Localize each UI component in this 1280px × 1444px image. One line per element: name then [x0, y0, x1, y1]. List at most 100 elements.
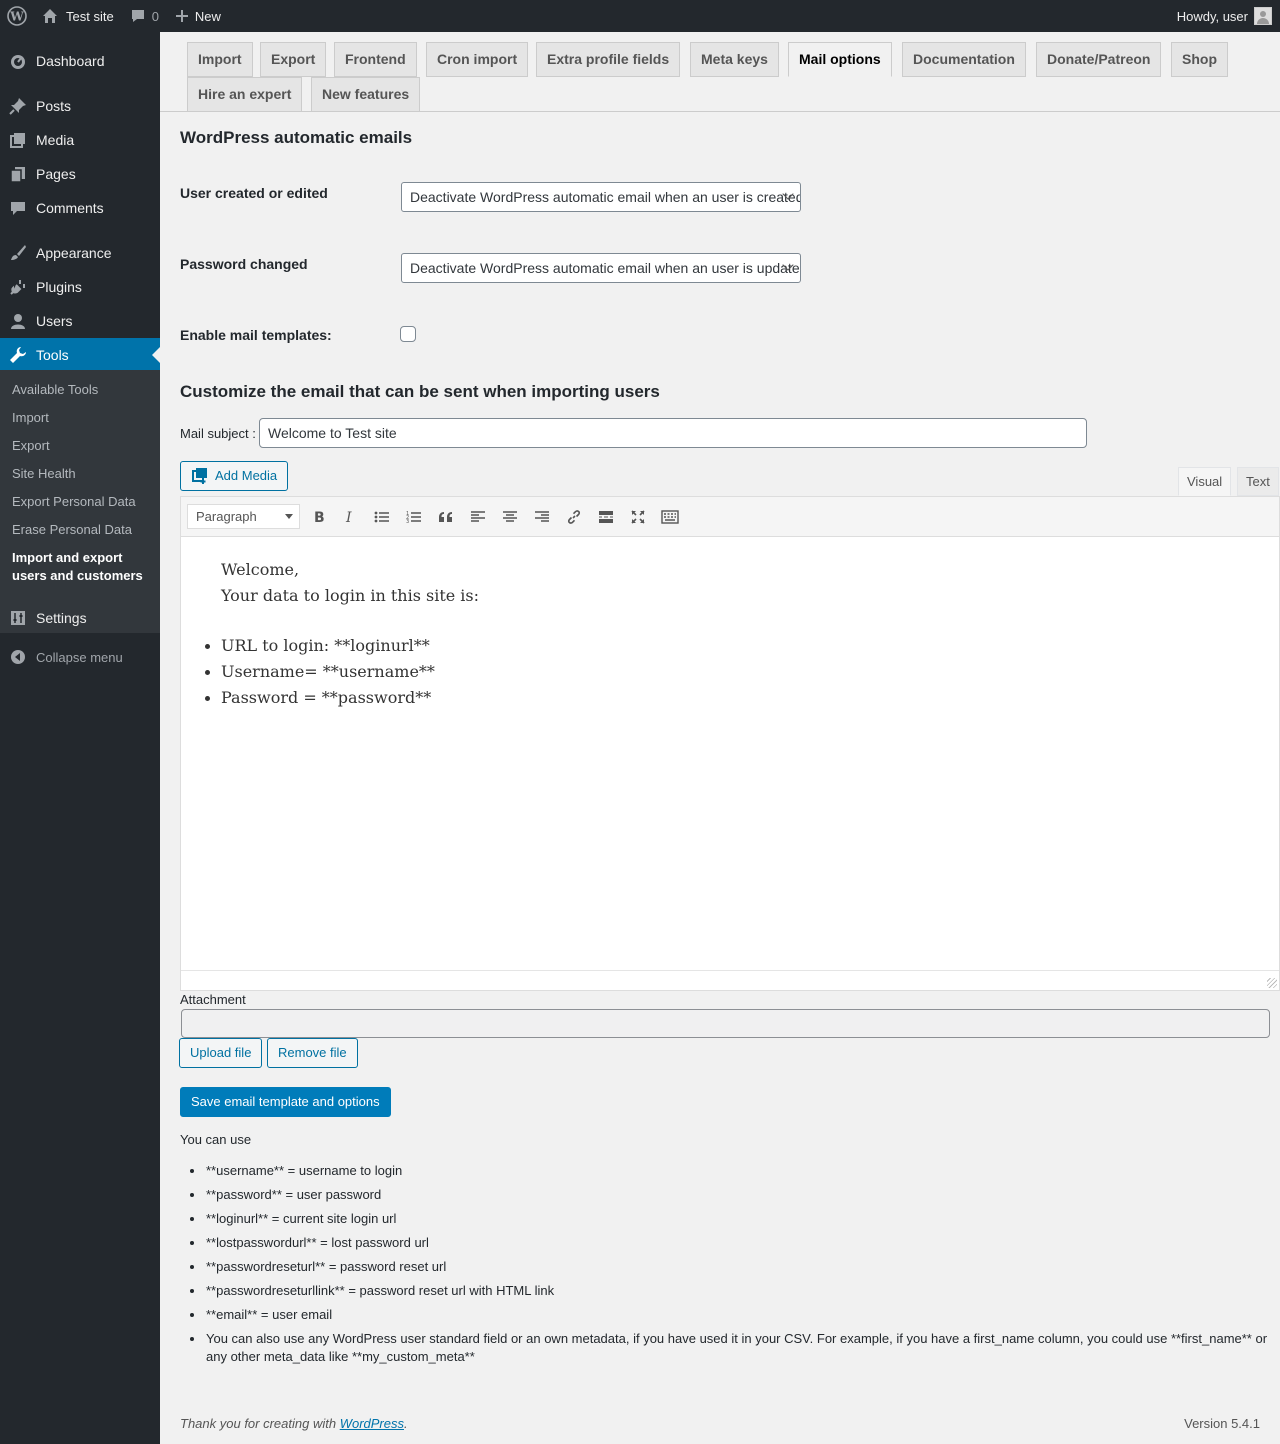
pin-icon [0, 97, 36, 115]
enable-templates-checkbox[interactable] [400, 326, 416, 342]
new-content-link[interactable]: New [167, 0, 229, 32]
link-icon[interactable] [561, 505, 587, 529]
list-item: Username= **username** [205, 662, 435, 681]
footer-thanks-suffix: . [404, 1416, 408, 1431]
tab-new-features[interactable]: New features [311, 77, 421, 112]
tab-visual[interactable]: Visual [1178, 467, 1232, 496]
sidebar-item-dashboard[interactable]: Dashboard [0, 44, 160, 78]
submenu-import[interactable]: Import [0, 404, 160, 432]
sidebar-item-users[interactable]: Users [0, 304, 160, 338]
automatic-emails-heading: WordPress automatic emails [180, 128, 413, 147]
submenu-import-export-users[interactable]: Import and export users and customers [0, 544, 160, 590]
tab-meta-keys[interactable]: Meta keys [690, 42, 779, 77]
dashboard-icon [0, 52, 36, 70]
email-editor: Paragraph B I 123 Welcome, Your data to … [180, 496, 1280, 991]
italic-icon[interactable]: I [337, 505, 363, 529]
tab-import[interactable]: Import [187, 42, 253, 77]
admin-sidebar: Dashboard Posts Media Pages Comments App… [0, 32, 160, 1444]
sidebar-item-appearance[interactable]: Appearance [0, 236, 160, 270]
list-item: **passwordreseturllink** = password rese… [190, 1282, 1280, 1300]
wordpress-logo-icon[interactable]: W [0, 0, 34, 32]
remove-file-button[interactable]: Remove file [267, 1038, 358, 1068]
comment-icon [131, 10, 144, 22]
tab-documentation[interactable]: Documentation [902, 42, 1026, 77]
comments-link[interactable]: 0 [122, 0, 167, 32]
user-created-select[interactable]: Deactivate WordPress automatic email whe… [401, 182, 801, 212]
sidebar-item-comments[interactable]: Comments [0, 191, 160, 225]
sidebar-item-label: Users [36, 313, 73, 329]
sidebar-item-label: Posts [36, 98, 72, 114]
align-right-icon[interactable] [529, 505, 555, 529]
footer-version: Version 5.4.1 [1184, 1416, 1260, 1431]
user-created-label: User created or edited [180, 185, 328, 201]
submenu-export[interactable]: Export [0, 432, 160, 460]
list-item: **email** = user email [190, 1306, 1280, 1324]
align-left-icon[interactable] [465, 505, 491, 529]
brush-icon [0, 244, 36, 262]
svg-text:3: 3 [406, 519, 409, 524]
resize-handle-icon[interactable] [1267, 978, 1277, 988]
sidebar-item-posts[interactable]: Posts [0, 89, 160, 123]
read-more-icon[interactable] [593, 505, 619, 529]
tab-shop[interactable]: Shop [1171, 42, 1228, 77]
collapse-label: Collapse menu [36, 649, 123, 665]
submenu-available-tools[interactable]: Available Tools [0, 376, 160, 404]
align-center-icon[interactable] [497, 505, 523, 529]
enable-templates-label: Enable mail templates: [180, 327, 332, 343]
tab-extra-profile-fields[interactable]: Extra profile fields [536, 42, 681, 77]
tab-text[interactable]: Text [1237, 467, 1279, 496]
sidebar-item-label: Dashboard [36, 53, 105, 69]
tab-hire-an-expert[interactable]: Hire an expert [187, 77, 303, 112]
editor-content[interactable]: Welcome, Your data to login in this site… [181, 538, 1279, 971]
media-icon [0, 131, 36, 149]
numbered-list-icon[interactable]: 123 [401, 505, 427, 529]
list-item: **password** = user password [190, 1186, 1280, 1204]
password-changed-select[interactable]: Deactivate WordPress automatic email whe… [401, 253, 801, 283]
site-name: Test site [66, 8, 114, 24]
tab-cron-import[interactable]: Cron import [426, 42, 529, 77]
fullscreen-icon[interactable] [625, 505, 651, 529]
wordpress-link[interactable]: WordPress [340, 1416, 404, 1431]
mail-subject-input[interactable]: Welcome to Test site [259, 418, 1087, 448]
sidebar-item-label: Comments [36, 200, 104, 216]
my-account-link[interactable]: Howdy, user [1169, 0, 1280, 32]
sidebar-item-settings[interactable]: Settings [0, 601, 160, 635]
editor-toolbar: Paragraph B I 123 [181, 497, 1279, 537]
collapse-menu-button[interactable]: Collapse menu [0, 640, 160, 674]
upload-file-button[interactable]: Upload file [179, 1038, 263, 1068]
customize-email-heading: Customize the email that can be sent whe… [180, 382, 660, 401]
list-item: **passwordreseturl** = password reset ur… [190, 1258, 1280, 1276]
list-item: URL to login: **loginurl** [205, 636, 430, 655]
attachment-input[interactable] [181, 1009, 1270, 1038]
help-title: You can use [180, 1132, 252, 1147]
add-media-label: Add Media [215, 468, 278, 483]
submenu-erase-personal-data[interactable]: Erase Personal Data [0, 516, 160, 544]
sidebar-item-media[interactable]: Media [0, 123, 160, 157]
sidebar-item-pages[interactable]: Pages [0, 157, 160, 191]
plug-icon [0, 278, 36, 296]
bulleted-list-icon[interactable] [369, 505, 395, 529]
main-content: Import Export Frontend Cron import Extra… [160, 32, 1280, 1444]
submenu-export-personal-data[interactable]: Export Personal Data [0, 488, 160, 516]
save-template-button[interactable]: Save email template and options [180, 1087, 391, 1117]
tab-frontend[interactable]: Frontend [334, 42, 417, 77]
list-item: **lostpasswordurl** = lost password url [190, 1234, 1280, 1252]
submenu-site-health[interactable]: Site Health [0, 460, 160, 488]
sidebar-item-plugins[interactable]: Plugins [0, 270, 160, 304]
sidebar-item-tools[interactable]: Tools [0, 338, 160, 372]
list-item: You can also use any WordPress user stan… [190, 1330, 1280, 1366]
add-media-button[interactable]: Add Media [180, 461, 289, 491]
settings-icon [0, 609, 36, 627]
tools-submenu: Available Tools Import Export Site Healt… [0, 370, 160, 633]
sidebar-item-label: Pages [36, 166, 76, 182]
blockquote-icon[interactable] [433, 505, 459, 529]
tab-mail-options[interactable]: Mail options [788, 42, 892, 77]
site-name-link[interactable]: Test site [34, 0, 122, 32]
tab-export[interactable]: Export [260, 42, 327, 77]
sidebar-item-label: Media [36, 132, 75, 148]
tab-donate-patreon[interactable]: Donate/Patreon [1036, 42, 1162, 77]
email-greeting: Welcome, [221, 560, 300, 579]
format-select[interactable]: Paragraph [187, 504, 300, 529]
bold-icon[interactable]: B [305, 505, 331, 529]
toolbar-toggle-icon[interactable] [657, 505, 683, 529]
